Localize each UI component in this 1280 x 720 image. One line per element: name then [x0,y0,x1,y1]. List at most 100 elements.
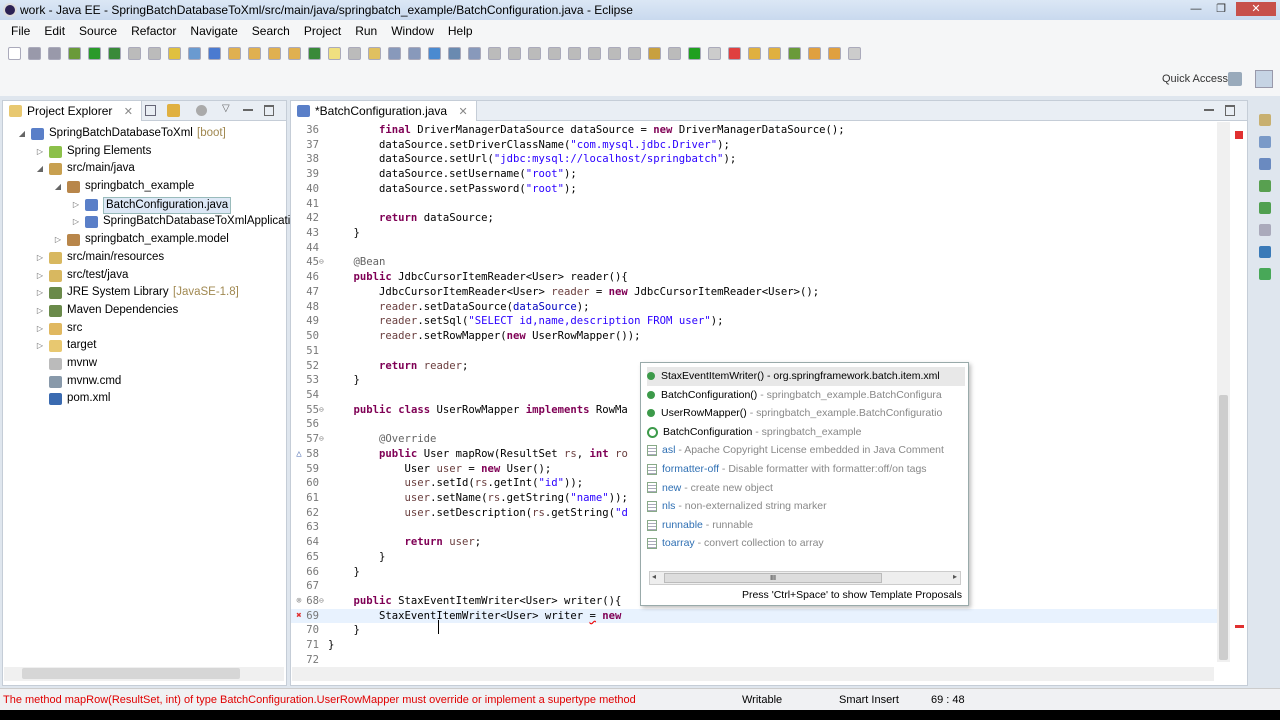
toolbar-button-icon[interactable] [88,46,101,60]
expand-toggle-icon[interactable]: ▷ [35,284,45,302]
tab-batchconfiguration[interactable]: *BatchConfiguration.java ✕ [291,100,477,121]
perspective-button[interactable] [1255,70,1273,88]
toolbar-button-icon[interactable] [668,46,681,60]
tree-item[interactable]: ▷ src/test/java [3,267,286,285]
view-menu-icon[interactable]: ▽ [222,103,230,114]
proposal-item[interactable]: nls - non-externalized string marker [647,497,965,516]
filter-icon[interactable] [196,105,207,116]
code-line[interactable]: 38 dataSource.setUrl("jdbc:mysql://local… [291,152,1217,167]
data-source-icon[interactable] [1259,202,1271,214]
tree-item[interactable]: ▷ target [3,337,286,355]
toolbar-button-icon[interactable] [348,46,361,60]
progress-icon[interactable] [1259,268,1271,280]
maximize-view-icon[interactable] [264,105,274,116]
menu-run[interactable]: Run [348,24,384,38]
menu-edit[interactable]: Edit [37,24,72,38]
tree-item[interactable]: ▷ src [3,320,286,338]
popup-horizontal-scrollbar[interactable]: ◂ III ▸ [649,571,961,585]
code-line[interactable]: 45 ⊖ @Bean [291,255,1217,270]
tree-item[interactable]: ▷ BatchConfiguration.java [3,196,286,214]
code-line[interactable]: 46 public JdbcCursorItemReader<User> rea… [291,270,1217,285]
scroll-right-icon[interactable]: ▸ [953,572,957,581]
toolbar-button-icon[interactable] [388,46,401,60]
task-list-icon[interactable] [1259,136,1271,148]
tab-project-explorer[interactable]: Project Explorer ✕ [3,100,142,121]
toolbar-button-icon[interactable] [148,46,161,60]
snippets-icon[interactable] [1259,224,1271,236]
console-icon[interactable] [1259,246,1271,258]
expand-toggle-icon[interactable]: ▷ [35,320,45,338]
toolbar-button-icon[interactable] [608,46,621,60]
expand-toggle-icon[interactable]: ▷ [71,213,81,231]
toolbar-button-icon[interactable] [488,46,501,60]
code-line[interactable]: 42 return dataSource; [291,211,1217,226]
menu-search[interactable]: Search [245,24,297,38]
outline-icon[interactable] [1259,114,1271,126]
tree-item[interactable]: ◢ springbatch_example [3,178,286,196]
toolbar-button-icon[interactable] [8,46,21,60]
close-icon[interactable]: ✕ [458,106,467,118]
toolbar-button-icon[interactable] [808,46,821,60]
explorer-horizontal-scrollbar[interactable] [4,667,284,681]
tree-item[interactable]: ▷ Maven Dependencies [3,302,286,320]
proposal-item[interactable]: asl - Apache Copyright License embedded … [647,441,965,460]
toolbar-button-icon[interactable] [28,46,41,60]
menu-navigate[interactable]: Navigate [183,24,244,38]
minimize-view-icon[interactable] [243,109,253,111]
expand-toggle-icon[interactable]: ▷ [53,231,63,249]
toolbar-button-icon[interactable] [508,46,521,60]
fold-toggle-icon[interactable]: ⊖ [319,432,324,447]
tree-item[interactable]: ▷ springbatch_example.model [3,231,286,249]
maximize-button[interactable]: ❐ [1208,2,1234,16]
menu-file[interactable]: File [4,24,37,38]
proposal-item[interactable]: formatter-off - Disable formatter with f… [647,460,965,479]
proposal-item[interactable]: toarray - convert collection to array [647,534,965,553]
toolbar-button-icon[interactable] [708,46,721,60]
code-line[interactable]: 69 ✖ StaxEventItemWriter<User> writer = n… [291,608,1217,624]
error-marker-icon[interactable]: ✖ [293,609,305,624]
toolbar-button-icon[interactable] [628,46,641,60]
code-line[interactable]: 50 reader.setRowMapper(new UserRowMapper… [291,329,1217,344]
minimize-view-icon[interactable] [1204,109,1214,111]
code-line[interactable]: 48 reader.setDataSource(dataSource); [291,300,1217,315]
code-line[interactable]: 47 JdbcCursorItemReader<User> reader = n… [291,285,1217,300]
expand-toggle-icon[interactable]: ◢ [17,125,27,143]
code-line[interactable]: 40 dataSource.setPassword("root"); [291,182,1217,197]
toolbar-button-icon[interactable] [728,46,741,60]
error-ruler-marker[interactable] [1235,625,1244,628]
proposal-item[interactable]: BatchConfiguration() - springbatch_examp… [647,386,965,405]
toolbar-button-icon[interactable] [568,46,581,60]
toolbar-button-icon[interactable] [528,46,541,60]
proposal-item[interactable]: BatchConfiguration - springbatch_example [647,423,965,442]
proposal-item[interactable]: StaxEventItemWriter() - org.springframew… [647,367,965,386]
code-line[interactable]: 39 dataSource.setUsername("root"); [291,167,1217,182]
close-button[interactable]: ✕ [1236,2,1276,16]
tree-item[interactable]: ▷ JRE System Library [JavaSE-1.8] [3,284,286,302]
error-indicator-icon[interactable]: ⊗ [293,594,305,609]
tree-item[interactable]: pom.xml [3,390,286,408]
toolbar-button-icon[interactable] [828,46,841,60]
code-line[interactable]: 43 } [291,226,1217,241]
toolbar-button-icon[interactable] [168,46,181,60]
menu-window[interactable]: Window [384,24,441,38]
error-overview-marker[interactable] [1235,131,1243,139]
toolbar-button-icon[interactable] [788,46,801,60]
menu-help[interactable]: Help [441,24,480,38]
expand-toggle-icon[interactable]: ▷ [35,337,45,355]
collapse-all-icon[interactable] [145,105,156,116]
link-with-editor-icon[interactable] [167,104,180,117]
toolbar-button-icon[interactable] [228,46,241,60]
markers-icon[interactable] [1259,158,1271,170]
toolbar-button-icon[interactable] [48,46,61,60]
toolbar-button-icon[interactable] [268,46,281,60]
toolbar-button-icon[interactable] [248,46,261,60]
toolbar-button-icon[interactable] [408,46,421,60]
code-line[interactable]: 36 final DriverManagerDataSource dataSou… [291,123,1217,138]
toolbar-button-icon[interactable] [588,46,601,60]
toolbar-button-icon[interactable] [688,46,701,60]
proposal-item[interactable]: runnable - runnable [647,516,965,535]
expand-toggle-icon[interactable]: ◢ [35,160,45,178]
toolbar-button-icon[interactable] [128,46,141,60]
scroll-left-icon[interactable]: ◂ [652,572,656,581]
toolbar-button-icon[interactable] [648,46,661,60]
